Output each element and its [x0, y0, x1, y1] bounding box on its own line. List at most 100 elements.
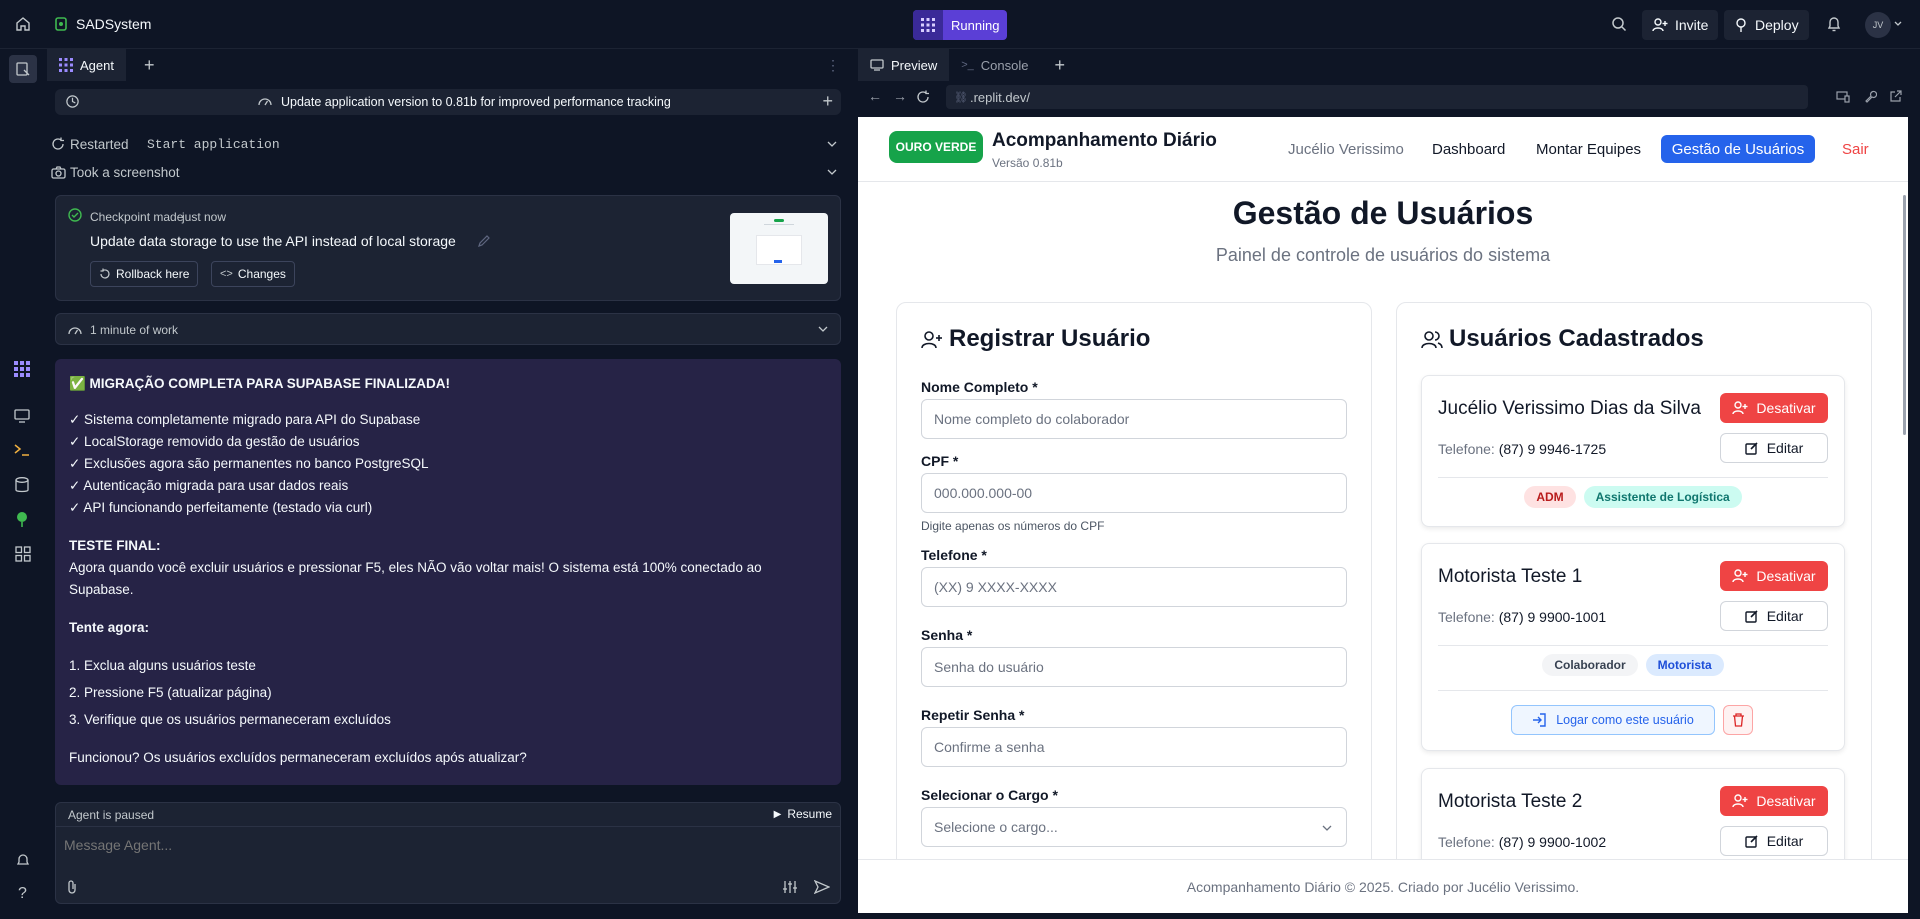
message-input[interactable]: [64, 833, 824, 857]
rollback-button[interactable]: Rollback here: [90, 261, 199, 287]
nav-user-name[interactable]: Jucélio Verissimo: [1288, 141, 1404, 158]
nav-gestao-usuarios[interactable]: Gestão de Usuários: [1661, 135, 1815, 163]
bell-icon[interactable]: [1825, 15, 1843, 33]
apps-grid-icon[interactable]: [15, 546, 31, 562]
avatar[interactable]: JV: [1865, 12, 1891, 38]
site-footer: Acompanhamento Diário © 2025. Criado por…: [858, 859, 1908, 913]
role-select[interactable]: Selecione o cargo...: [921, 807, 1347, 847]
app-name[interactable]: SADSystem: [76, 16, 151, 32]
user-name: Motorista Teste 2: [1438, 791, 1583, 812]
invite-button[interactable]: Invite: [1642, 10, 1719, 40]
repeat-password-label: Repetir Senha *: [921, 707, 1025, 723]
user-phone: (87) 9 9900-1002: [1498, 834, 1607, 850]
more-vertical-icon[interactable]: ⋮: [826, 57, 840, 74]
search-icon[interactable]: [1610, 15, 1628, 33]
agent-grid-icon[interactable]: [13, 360, 31, 378]
chevron-down-icon[interactable]: [827, 141, 837, 147]
chevron-down-icon[interactable]: [818, 326, 828, 332]
tab-agent-label: Agent: [80, 57, 114, 73]
chevron-down-icon[interactable]: [1894, 21, 1902, 27]
database-icon[interactable]: [15, 477, 29, 493]
pencil-icon[interactable]: [477, 234, 491, 248]
link-icon: ⛓: [954, 91, 968, 104]
role-badge: Colaborador: [1542, 654, 1638, 676]
deactivate-button[interactable]: Desativar: [1720, 786, 1828, 816]
send-icon[interactable]: [814, 880, 830, 894]
forward-arrow-icon[interactable]: →: [893, 88, 907, 104]
new-tab-icon[interactable]: +: [1055, 55, 1066, 76]
deactivate-button[interactable]: Desativar: [1720, 393, 1828, 423]
back-arrow-icon[interactable]: ←: [868, 88, 882, 104]
edit-icon: [1745, 834, 1759, 848]
thumb-button: [774, 260, 782, 263]
phone-field[interactable]: (XX) 9 XXXX-XXXX: [921, 567, 1347, 607]
login-as-user-button[interactable]: Logar como este usuário: [1511, 705, 1715, 735]
thumb-line: [764, 224, 794, 225]
home-icon[interactable]: [14, 15, 32, 33]
repeat-password-field[interactable]: Confirme a senha: [921, 727, 1347, 767]
new-tab-icon[interactable]: +: [144, 55, 155, 76]
action-restarted-target: Start application: [147, 136, 280, 152]
history-title[interactable]: Update application version to 0.81b for …: [281, 95, 671, 109]
url-text: .replit.dev/: [969, 89, 1030, 105]
edit-button[interactable]: Editar: [1720, 433, 1828, 463]
phone-field-label: Telefone *: [921, 547, 987, 563]
nav-montar-equipes[interactable]: Montar Equipes: [1536, 141, 1641, 158]
cpf-hint: Digite apenas os números do CPF: [921, 519, 1105, 533]
tab-agent[interactable]: Agent: [47, 49, 126, 81]
checkpoint-time: just now: [182, 210, 227, 224]
user-badges: Colaborador Motorista: [1422, 654, 1844, 676]
cpf-field[interactable]: 000.000.000-00: [921, 473, 1347, 513]
history-icon[interactable]: [65, 94, 80, 109]
resume-label: Resume: [787, 807, 832, 821]
console-icon[interactable]: [14, 443, 30, 457]
nav-logout[interactable]: Sair: [1842, 141, 1869, 158]
user-minus-icon: [1732, 794, 1748, 808]
action-restarted[interactable]: Restarted Start application: [47, 133, 841, 155]
delete-user-button[interactable]: [1723, 705, 1753, 735]
deactivate-button[interactable]: Desativar: [1720, 561, 1828, 591]
divider: [1438, 645, 1828, 646]
site-logo[interactable]: OURO VERDE: [889, 131, 983, 163]
tab-console[interactable]: >_ Console: [949, 49, 1040, 81]
action-screenshot[interactable]: Took a screenshot: [47, 161, 841, 183]
deployments-icon[interactable]: [15, 511, 29, 527]
work-summary[interactable]: 1 minute of work: [55, 313, 841, 345]
add-icon[interactable]: +: [822, 91, 833, 112]
files-rail-button[interactable]: [9, 55, 37, 83]
preview-tab-bar: Preview >_ Console +: [858, 49, 1920, 81]
paperclip-icon[interactable]: [66, 879, 78, 895]
chevron-down-icon[interactable]: [827, 169, 837, 175]
paused-label: Agent is paused: [68, 808, 155, 822]
edit-button[interactable]: Editar: [1720, 826, 1828, 856]
url-field[interactable]: ⛓ .replit.dev/: [946, 85, 1808, 109]
nav-dashboard[interactable]: Dashboard: [1432, 141, 1505, 158]
name-field-label: Nome Completo *: [921, 379, 1038, 395]
devices-icon[interactable]: [1836, 91, 1850, 103]
changes-button[interactable]: <> Changes: [211, 261, 295, 287]
name-field[interactable]: Nome completo do colaborador: [921, 399, 1347, 439]
run-status-button[interactable]: Running: [913, 10, 1007, 40]
external-link-icon[interactable]: [1889, 90, 1902, 103]
settings-sliders-icon[interactable]: [782, 880, 798, 894]
repeat-password-placeholder: Confirme a senha: [934, 739, 1045, 755]
alerts-icon[interactable]: [15, 852, 31, 868]
rollback-label: Rollback here: [116, 267, 190, 281]
message-step: 2. Pressione F5 (atualizar página): [69, 685, 272, 700]
phone-prefix: Telefone:: [1438, 609, 1495, 625]
wrench-icon[interactable]: [1864, 90, 1877, 103]
checkpoint-thumbnail[interactable]: [730, 213, 828, 284]
edit-button[interactable]: Editar: [1720, 601, 1828, 631]
preview-monitor-icon[interactable]: [14, 409, 30, 423]
resume-button[interactable]: ▶ Resume: [774, 807, 832, 821]
divider: [1438, 690, 1828, 691]
site-navbar: OURO VERDE Acompanhamento Diário Versão …: [858, 117, 1908, 182]
tab-preview-label: Preview: [891, 57, 938, 73]
deploy-button[interactable]: Deploy: [1724, 10, 1809, 40]
deploy-label: Deploy: [1755, 17, 1799, 33]
tab-preview[interactable]: Preview: [858, 49, 950, 81]
reload-icon[interactable]: [916, 90, 930, 104]
password-field[interactable]: Senha do usuário: [921, 647, 1347, 687]
help-icon[interactable]: ?: [18, 885, 27, 903]
cpf-placeholder: 000.000.000-00: [934, 485, 1033, 501]
